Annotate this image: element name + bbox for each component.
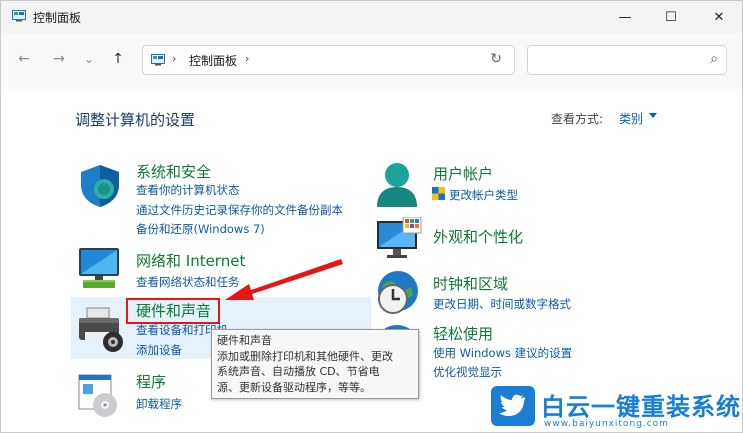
link-change-account-type[interactable]: 更改帐户类型 <box>449 187 518 203</box>
watermark-url: www.baiyunxitong.com <box>544 419 669 429</box>
view-by-label: 查看方式: <box>551 112 604 126</box>
tooltip-line: 系统声音、自动播放 CD、节省电 <box>217 365 380 378</box>
title-bar: 控制面板 — ☐ ✕ <box>1 1 742 33</box>
monitor-icon <box>377 217 422 258</box>
twitter-bird-logo <box>491 386 535 426</box>
search-box[interactable]: ⌕ <box>527 45 727 75</box>
refresh-icon[interactable]: ↻ <box>490 51 502 67</box>
control-panel-icon <box>12 10 26 22</box>
link-add-device[interactable]: 添加设备 <box>136 342 182 358</box>
window-title: 控制面板 <box>33 11 82 25</box>
category-user-accounts[interactable]: 用户帐户 <box>433 163 493 184</box>
category-system-security[interactable]: 系统和安全 <box>136 161 211 182</box>
link-check-status[interactable]: 查看你的计算机状态 <box>136 182 240 198</box>
watermark-text: 白云一键重装系统 <box>541 393 741 421</box>
breadcrumb-separator: › <box>172 52 177 65</box>
network-icon <box>79 248 119 288</box>
highlight-box <box>126 298 220 324</box>
shield-icon <box>81 165 119 207</box>
category-appearance[interactable]: 外观和个性化 <box>433 226 523 247</box>
link-change-date-time-format[interactable]: 更改日期、时间或数字格式 <box>433 296 571 312</box>
control-panel-icon <box>151 54 165 66</box>
forward-button[interactable]: → <box>47 47 71 71</box>
breadcrumb-separator: › <box>245 52 250 65</box>
link-uninstall-program[interactable]: 卸载程序 <box>136 396 182 412</box>
tooltip-line: 源、更新设备驱动程序，等等。 <box>217 380 371 394</box>
category-ease-of-access[interactable]: 轻松使用 <box>433 323 493 344</box>
category-programs[interactable]: 程序 <box>136 371 166 392</box>
category-clock-region[interactable]: 时钟和区域 <box>433 273 508 294</box>
maximize-button[interactable]: ☐ <box>648 1 694 33</box>
printer-icon <box>79 307 123 352</box>
up-button[interactable]: ↑ <box>106 47 130 71</box>
link-backup-restore[interactable]: 备份和还原(Windows 7) <box>136 221 265 237</box>
tooltip-line: 添加或删除打印机和其他硬件、更改 <box>217 349 393 363</box>
navigation-bar: ← → ⌄ ↑ › 控制面板 › ↻ ⌕ <box>1 33 742 89</box>
programs-icon <box>78 374 117 417</box>
link-optimize-visual-display[interactable]: 优化视觉显示 <box>433 364 502 380</box>
clock-icon <box>378 271 418 314</box>
minimize-button[interactable]: — <box>602 1 648 33</box>
uac-shield-icon <box>432 187 445 200</box>
recent-locations-button[interactable]: ⌄ <box>77 47 101 71</box>
link-windows-recommended-settings[interactable]: 使用 Windows 建议的设置 <box>433 345 572 361</box>
link-file-history[interactable]: 通过文件历史记录保存你的文件备份副本 <box>136 202 343 218</box>
tooltip: 硬件和声音 添加或删除打印机和其他硬件、更改 系统声音、自动播放 CD、节省电 … <box>211 329 419 399</box>
page-title: 调整计算机的设置 <box>75 111 196 129</box>
search-icon[interactable]: ⌕ <box>710 51 718 67</box>
annotation-arrow <box>225 259 343 300</box>
view-by-dropdown[interactable]: 类别 <box>619 110 643 127</box>
address-bar[interactable]: › 控制面板 › ↻ <box>142 45 515 75</box>
tooltip-title: 硬件和声音 <box>217 334 272 347</box>
user-icon <box>377 163 417 207</box>
close-button[interactable]: ✕ <box>696 1 742 33</box>
back-button[interactable]: ← <box>12 47 36 71</box>
chevron-down-icon[interactable] <box>649 113 657 118</box>
control-panel-window: 控制面板 — ☐ ✕ ← → ⌄ ↑ › 控制面板 › ↻ ⌕ 调整计算机的设置… <box>0 0 743 433</box>
breadcrumb[interactable]: 控制面板 <box>189 52 237 69</box>
